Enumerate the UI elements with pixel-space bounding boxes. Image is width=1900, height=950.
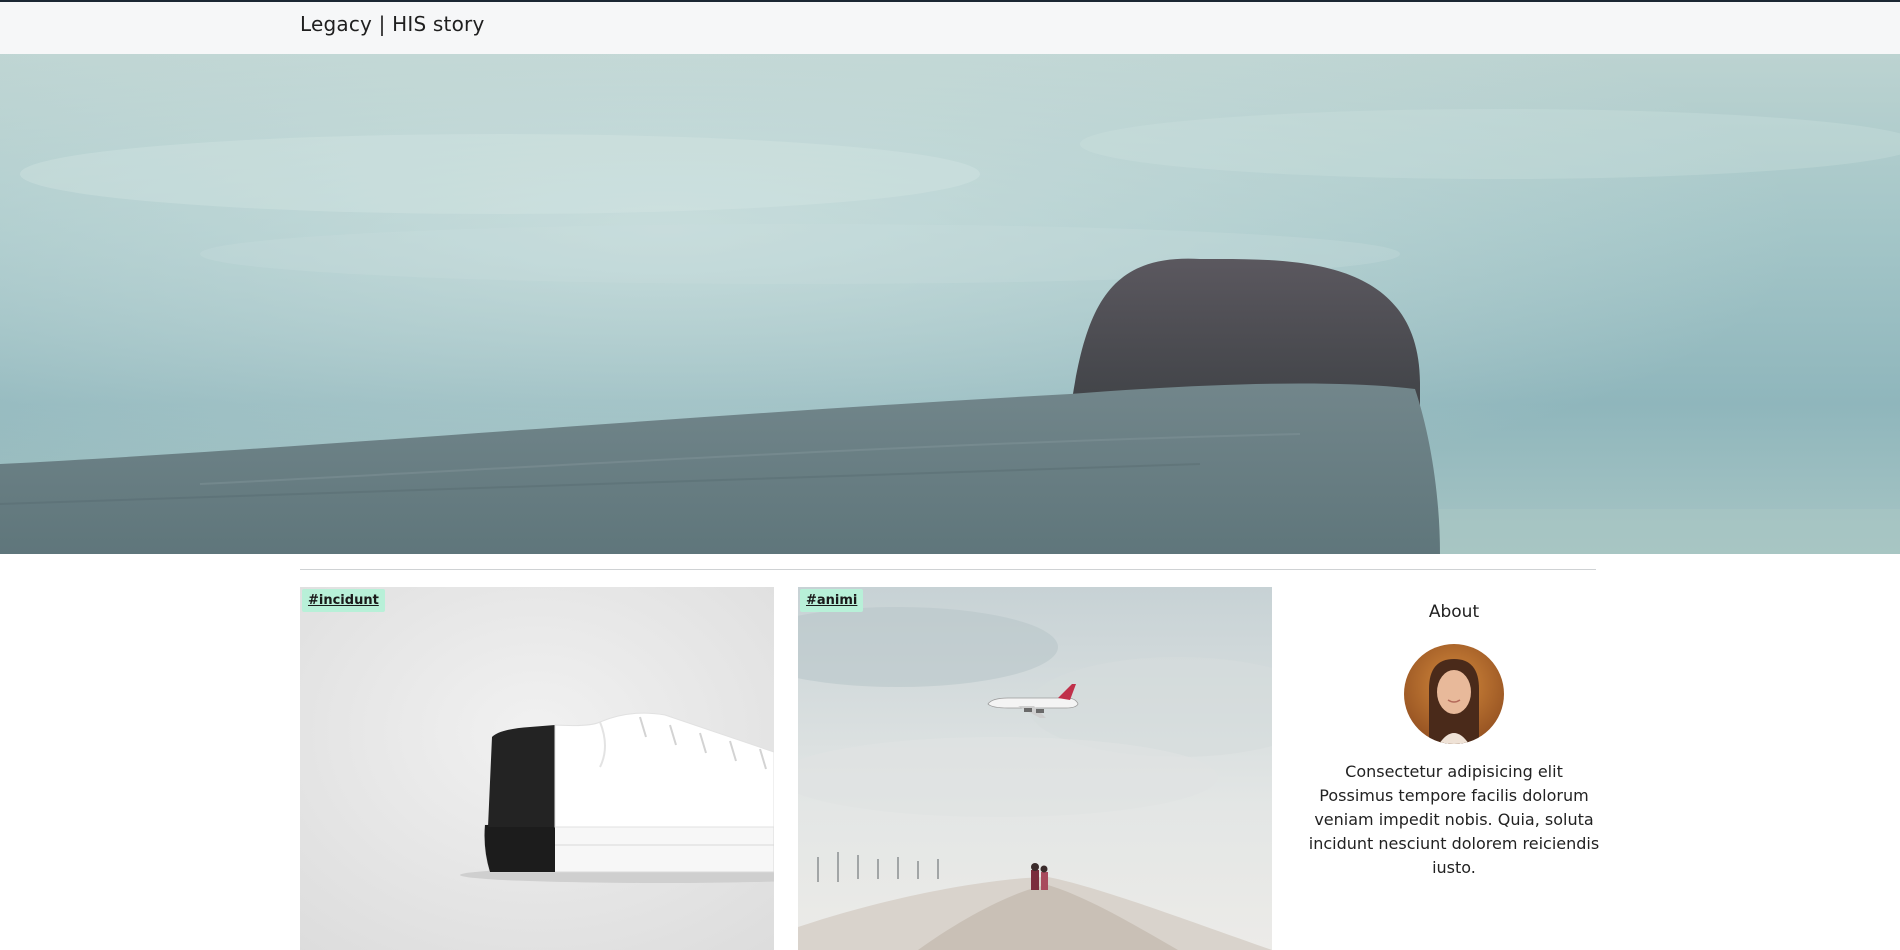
about-title: About	[1428, 602, 1480, 622]
tag-incidunt[interactable]: #incidunt	[302, 589, 385, 612]
airplane-beach-image	[798, 587, 1272, 950]
tag-animi[interactable]: #animi	[800, 589, 864, 612]
post-card-incidunt[interactable]: #incidunt	[300, 587, 774, 950]
avatar	[1404, 644, 1504, 744]
about-widget: About Consectetur adipisicing elit Possi…	[1300, 587, 1608, 880]
section-divider	[300, 569, 1596, 570]
hero-banner	[0, 54, 1900, 554]
sneaker-image	[300, 587, 774, 950]
navbar: Legacy | HIS story	[0, 2, 1900, 54]
brand-link[interactable]: Legacy | HIS story	[300, 12, 484, 36]
hero-image	[0, 54, 1900, 554]
post-card-animi[interactable]: #animi	[798, 587, 1272, 950]
about-text: Consectetur adipisicing elit Possimus te…	[1308, 762, 1600, 877]
